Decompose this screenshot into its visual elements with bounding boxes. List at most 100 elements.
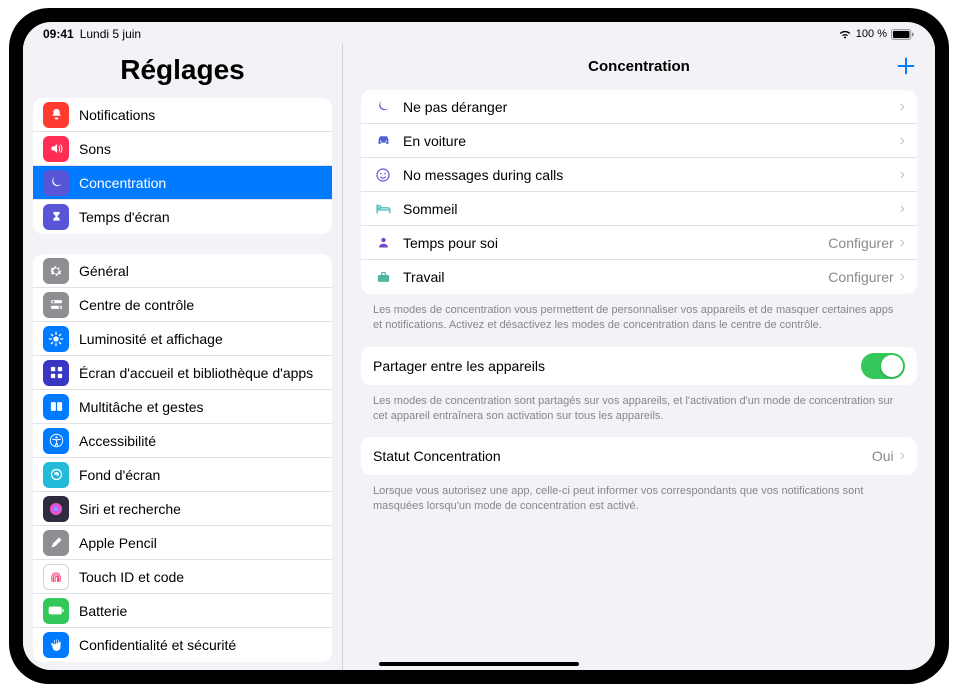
focus-modes-group: Ne pas déranger›En voiture›No messages d… xyxy=(361,90,917,294)
touchid-icon xyxy=(43,564,69,590)
sidebar-item-concentration[interactable]: Concentration xyxy=(33,166,332,200)
chevron-right-icon: › xyxy=(900,447,905,465)
wifi-icon xyxy=(838,29,852,40)
sidebar-item-label: Centre de contrôle xyxy=(79,297,194,313)
page-title: Concentration xyxy=(588,58,690,75)
device-frame: 09:41 Lundi 5 juin 100 % Réglages Notifi… xyxy=(9,8,949,684)
chevron-right-icon: › xyxy=(900,200,905,218)
share-toggle[interactable] xyxy=(861,353,905,379)
sidebar-item-label: Accessibilité xyxy=(79,433,156,449)
sidebar-item-temps-d-cran[interactable]: Temps d'écran xyxy=(33,200,332,234)
sidebar-item-centre-de-contr-le[interactable]: Centre de contrôle xyxy=(33,288,332,322)
screen: 09:41 Lundi 5 juin 100 % Réglages Notifi… xyxy=(23,22,935,670)
sidebar-item-label: Apple Pencil xyxy=(79,535,157,551)
sidebar-item-label: Multitâche et gestes xyxy=(79,399,204,415)
sidebar-title: Réglages xyxy=(23,44,342,98)
sidebar-item-fond-d-cran[interactable]: Fond d'écran xyxy=(33,458,332,492)
battery-icon xyxy=(891,29,915,40)
focus-footer-3: Lorsque vous autorisez une app, celle-ci… xyxy=(361,481,917,528)
battery-icon xyxy=(43,598,69,624)
sidebar-item-label: Temps d'écran xyxy=(79,209,170,225)
switches-icon xyxy=(43,292,69,318)
speaker-icon xyxy=(43,136,69,162)
siri-icon xyxy=(43,496,69,522)
multitask-icon xyxy=(43,394,69,420)
sidebar-item-label: Touch ID et code xyxy=(79,569,184,585)
chevron-right-icon: › xyxy=(900,268,905,286)
share-label: Partager entre les appareils xyxy=(373,358,861,374)
sidebar-item-label: Confidentialité et sécurité xyxy=(79,637,236,653)
sidebar-item-batterie[interactable]: Batterie xyxy=(33,594,332,628)
sidebar-item-touch-id-et-code[interactable]: Touch ID et code xyxy=(33,560,332,594)
focus-footer-1: Les modes de concentration vous permette… xyxy=(361,300,917,347)
focus-mode-label: Ne pas déranger xyxy=(403,99,900,115)
hourglass-icon xyxy=(43,204,69,230)
focus-mode-label: En voiture xyxy=(403,133,900,149)
sidebar-item-luminosit-et-affichage[interactable]: Luminosité et affichage xyxy=(33,322,332,356)
focus-mode-label: No messages during calls xyxy=(403,167,900,183)
home-indicator xyxy=(379,662,579,666)
focus-status-row[interactable]: Statut Concentration Oui › xyxy=(361,437,917,475)
chevron-right-icon: › xyxy=(900,234,905,252)
sidebar-item-label: Batterie xyxy=(79,603,127,619)
grid-icon xyxy=(43,360,69,386)
sidebar-item-confidentialit-et-s-curit-[interactable]: Confidentialité et sécurité xyxy=(33,628,332,662)
sidebar-item-accessibilit-[interactable]: Accessibilité xyxy=(33,424,332,458)
sidebar-group-0: Notifications Sons Concentration Temps d'éc… xyxy=(33,98,332,234)
moon-icon xyxy=(373,99,393,114)
focus-mode-en-voiture[interactable]: En voiture› xyxy=(361,124,917,158)
person-icon xyxy=(373,235,393,250)
status-value: Oui xyxy=(872,448,894,464)
add-focus-button[interactable] xyxy=(895,55,917,77)
gear-icon xyxy=(43,258,69,284)
share-group: Partager entre les appareils xyxy=(361,347,917,385)
status-group: Statut Concentration Oui › xyxy=(361,437,917,475)
pencil-icon xyxy=(43,530,69,556)
chevron-right-icon: › xyxy=(900,166,905,184)
briefcase-icon xyxy=(373,270,393,285)
focus-mode-label: Travail xyxy=(403,269,828,285)
car-icon xyxy=(373,132,393,149)
sidebar-item-label: Concentration xyxy=(79,175,166,191)
sidebar-item-label: Écran d'accueil et bibliothèque d'apps xyxy=(79,365,313,381)
accessibility-icon xyxy=(43,428,69,454)
sidebar-item-siri-et-recherche[interactable]: Siri et recherche xyxy=(33,492,332,526)
sidebar-item-notifications[interactable]: Notifications xyxy=(33,98,332,132)
sidebar-item-multit-che-et-gestes[interactable]: Multitâche et gestes xyxy=(33,390,332,424)
sidebar-item--cran-d-accueil-et-biblioth-que-d-apps[interactable]: Écran d'accueil et bibliothèque d'apps xyxy=(33,356,332,390)
focus-mode-value: Configurer xyxy=(828,235,893,251)
status-time: 09:41 xyxy=(43,27,74,41)
focus-mode-temps-pour-soi[interactable]: Temps pour soiConfigurer › xyxy=(361,226,917,260)
battery-text: 100 % xyxy=(856,28,887,40)
wallpaper-icon xyxy=(43,462,69,488)
sidebar-item-sons[interactable]: Sons xyxy=(33,132,332,166)
sidebar-group-1: Général Centre de contrôle Luminosité et a… xyxy=(33,254,332,662)
focus-mode-sommeil[interactable]: Sommeil› xyxy=(361,192,917,226)
sidebar-item-g-n-ral[interactable]: Général xyxy=(33,254,332,288)
sidebar-item-label: Sons xyxy=(79,141,111,157)
chevron-right-icon: › xyxy=(900,98,905,116)
focus-mode-ne-pas-d-ranger[interactable]: Ne pas déranger› xyxy=(361,90,917,124)
sidebar-item-apple-pencil[interactable]: Apple Pencil xyxy=(33,526,332,560)
sidebar-item-label: Luminosité et affichage xyxy=(79,331,223,347)
focus-mode-travail[interactable]: TravailConfigurer › xyxy=(361,260,917,294)
chevron-right-icon: › xyxy=(900,132,905,150)
focus-mode-label: Sommeil xyxy=(403,201,900,217)
face-icon xyxy=(373,167,393,183)
main-panel: Concentration Ne pas déranger›En voiture… xyxy=(343,44,935,670)
status-date: Lundi 5 juin xyxy=(80,27,141,41)
main-header: Concentration xyxy=(343,44,935,88)
focus-mode-no-messages-during-calls[interactable]: No messages during calls› xyxy=(361,158,917,192)
moon-icon xyxy=(43,170,69,196)
settings-sidebar: Réglages Notifications Sons Concentration T… xyxy=(23,44,343,670)
brightness-icon xyxy=(43,326,69,352)
sidebar-item-label: Notifications xyxy=(79,107,155,123)
sidebar-item-label: Fond d'écran xyxy=(79,467,160,483)
share-across-devices-row[interactable]: Partager entre les appareils xyxy=(361,347,917,385)
bed-icon xyxy=(373,200,393,217)
bell-icon xyxy=(43,102,69,128)
sidebar-item-label: Général xyxy=(79,263,129,279)
focus-mode-value: Configurer xyxy=(828,269,893,285)
focus-footer-2: Les modes de concentration sont partagés… xyxy=(361,391,917,438)
focus-mode-label: Temps pour soi xyxy=(403,235,828,251)
